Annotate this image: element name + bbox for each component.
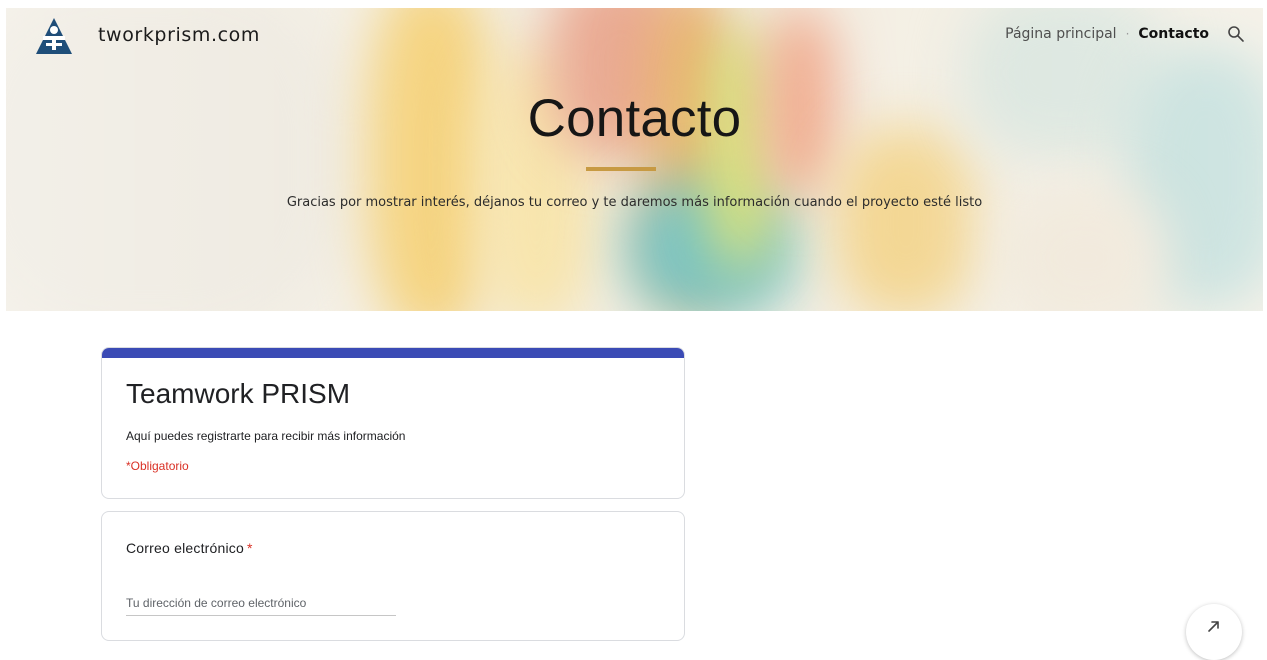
page-title: Contacto	[527, 89, 742, 148]
required-asterisk: *	[247, 540, 253, 556]
tworkprism-logo-icon[interactable]	[34, 16, 74, 56]
hero-banner: tworkprism.com Página principal · Contac…	[6, 8, 1263, 311]
nav-item-home[interactable]: Página principal	[1005, 26, 1116, 42]
title-underline	[586, 167, 656, 171]
main-nav: Página principal · Contacto	[1005, 25, 1245, 43]
floating-action-button[interactable]	[1186, 604, 1242, 660]
email-question-card: Correo electrónico *	[101, 511, 685, 641]
hero-subtitle: Gracias por mostrar interés, déjanos tu …	[286, 195, 983, 210]
form-header-card: Teamwork PRISM Aquí puedes registrarte p…	[101, 347, 685, 499]
nav-separator: ·	[1125, 27, 1130, 41]
required-note: *Obligatorio	[126, 459, 189, 473]
nav-item-contact[interactable]: Contacto	[1138, 26, 1209, 42]
form-accent-bar	[102, 348, 684, 358]
arrow-icon	[1208, 621, 1219, 632]
email-label-text: Correo electrónico	[126, 540, 244, 556]
top-bar: tworkprism.com Página principal · Contac…	[6, 8, 1263, 64]
email-question-label: Correo electrónico *	[126, 540, 253, 556]
form-title: Teamwork PRISM	[126, 378, 351, 409]
site-name-link[interactable]: tworkprism.com	[98, 24, 260, 46]
search-icon[interactable]	[1227, 25, 1245, 43]
email-field[interactable]	[126, 590, 396, 616]
form-description: Aquí puedes registrarte para recibir más…	[126, 429, 406, 443]
